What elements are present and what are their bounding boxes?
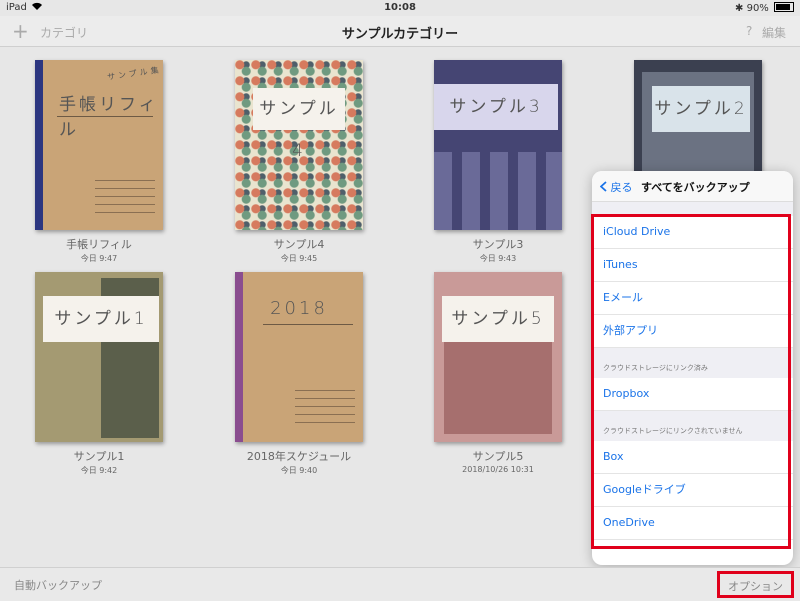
cover-stripe bbox=[518, 152, 536, 230]
notebook-cover[interactable]: サンプル集 手帳リフィル bbox=[35, 60, 163, 230]
cover-stripe bbox=[490, 152, 508, 230]
cover-stripe bbox=[462, 152, 480, 230]
notebook-cover-title: サンプル3 bbox=[434, 84, 558, 130]
battery-status: ✱ 90% bbox=[735, 2, 794, 14]
notebook-tag: サンプル集 bbox=[106, 65, 163, 82]
divider bbox=[295, 422, 355, 423]
divider bbox=[295, 390, 355, 391]
divider bbox=[95, 180, 155, 181]
notebook-cover[interactable]: サンプル5 bbox=[434, 272, 562, 442]
notebook-cover-title: サンプル1 bbox=[43, 296, 159, 342]
cover-stripe bbox=[434, 152, 452, 230]
notebook-cover-title: 手帳リフィル bbox=[59, 95, 159, 140]
notebook-spine bbox=[35, 60, 43, 230]
notebook-title: サンプル1 bbox=[73, 450, 125, 463]
notebook-date: 今日 9:45 bbox=[280, 254, 318, 263]
notebook-title: 手帳リフィル bbox=[66, 238, 132, 251]
divider bbox=[95, 196, 155, 197]
notebook-item[interactable]: サンプル1 サンプル1 今日 9:42 bbox=[35, 272, 163, 476]
divider bbox=[295, 398, 355, 399]
notebook-item[interactable]: サンプル5 サンプル5 2018/10/26 10:31 bbox=[434, 272, 562, 474]
divider bbox=[295, 406, 355, 407]
cover-panel bbox=[444, 338, 552, 434]
notebook-cover[interactable]: サンプル3 bbox=[434, 60, 562, 230]
notebook-date: 今日 9:40 bbox=[280, 466, 318, 475]
notebook-date: 今日 9:47 bbox=[80, 254, 118, 263]
page-title: サンプルカテゴリー bbox=[341, 27, 459, 42]
battery-percent: 90% bbox=[746, 3, 769, 14]
notebook-title: サンプル4 bbox=[273, 238, 325, 251]
highlight-box-backup-options bbox=[591, 214, 791, 549]
notebook-cover[interactable]: 2018 bbox=[235, 272, 363, 442]
notebook-item[interactable]: サンプル4 サンプル4 今日 9:45 bbox=[235, 60, 363, 264]
notebook-cover-title: サンプル2 bbox=[652, 86, 750, 132]
popover-title: すべてをバックアップ bbox=[641, 181, 750, 194]
notebook-cover-title: サンプル4 bbox=[253, 88, 345, 161]
back-button[interactable]: 戻る bbox=[599, 179, 633, 195]
notebook-title: サンプル3 bbox=[472, 238, 524, 251]
divider bbox=[295, 414, 355, 415]
back-label: 戻る bbox=[610, 181, 633, 194]
bottom-toolbar: 自動バックアップ オプション bbox=[0, 567, 800, 601]
divider bbox=[95, 188, 155, 189]
divider bbox=[263, 324, 353, 325]
help-button[interactable]: ? bbox=[746, 24, 752, 38]
notebook-item[interactable]: サンプル集 手帳リフィル 手帳リフィル 今日 9:47 bbox=[35, 60, 163, 264]
popover-header: 戻る すべてをバックアップ bbox=[592, 171, 793, 202]
navigation-bar: + カテゴリ サンプルカテゴリー ? 編集 bbox=[0, 16, 800, 47]
notebook-date: 今日 9:42 bbox=[80, 466, 118, 475]
divider bbox=[95, 204, 155, 205]
notebook-title: サンプル5 bbox=[472, 450, 524, 463]
auto-backup-button[interactable]: 自動バックアップ bbox=[14, 577, 102, 593]
cover-stripe bbox=[546, 152, 562, 230]
bluetooth-icon: ✱ bbox=[735, 3, 744, 14]
battery-icon bbox=[774, 2, 794, 12]
notebook-cover[interactable]: サンプル4 bbox=[235, 60, 363, 230]
notebook-cover-title: 2018 bbox=[270, 298, 328, 319]
divider bbox=[57, 116, 153, 117]
clock: 10:08 bbox=[384, 2, 416, 13]
notebook-item[interactable]: サンプル3 サンプル3 今日 9:43 bbox=[434, 60, 562, 264]
notebook-date: 今日 9:43 bbox=[479, 254, 517, 263]
notebook-cover[interactable]: サンプル1 bbox=[35, 272, 163, 442]
status-bar: iPad 10:08 ✱ 90% bbox=[0, 0, 800, 16]
divider bbox=[95, 212, 155, 213]
highlight-box-options bbox=[717, 571, 794, 598]
notebook-item[interactable]: 2018 2018年スケジュール 今日 9:40 bbox=[235, 272, 363, 476]
notebook-cover-title: サンプル5 bbox=[442, 296, 554, 342]
notebook-title: 2018年スケジュール bbox=[246, 450, 352, 463]
chevron-left-icon bbox=[599, 181, 611, 194]
notebook-date: 2018/10/26 10:31 bbox=[462, 465, 534, 474]
edit-button[interactable]: 編集 bbox=[762, 24, 786, 41]
